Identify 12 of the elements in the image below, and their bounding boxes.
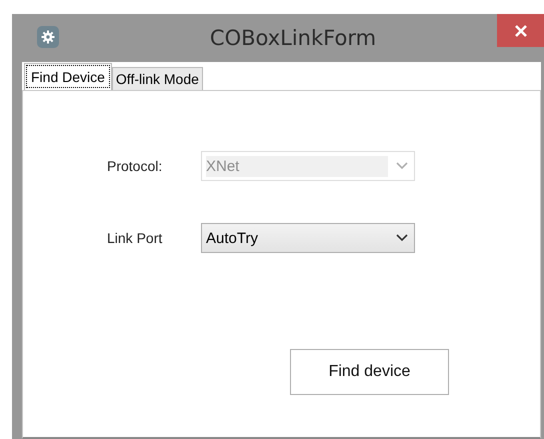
dropdown[interactable]: AutoTry xyxy=(201,223,415,253)
close-button[interactable] xyxy=(497,14,544,47)
gear-icon[interactable] xyxy=(37,26,59,48)
window-title: COBoxLinkForm xyxy=(208,26,378,50)
tab[interactable]: Find Device xyxy=(24,63,112,90)
field-label: Link Port xyxy=(107,230,164,246)
tab[interactable]: Off-link Mode xyxy=(112,67,203,90)
field-label: Protocol: xyxy=(107,158,164,174)
find-device-button[interactable]: Find device xyxy=(290,349,449,395)
close-icon xyxy=(514,24,528,38)
chevron-down-icon xyxy=(396,162,408,170)
chevron-down-icon xyxy=(396,234,408,242)
